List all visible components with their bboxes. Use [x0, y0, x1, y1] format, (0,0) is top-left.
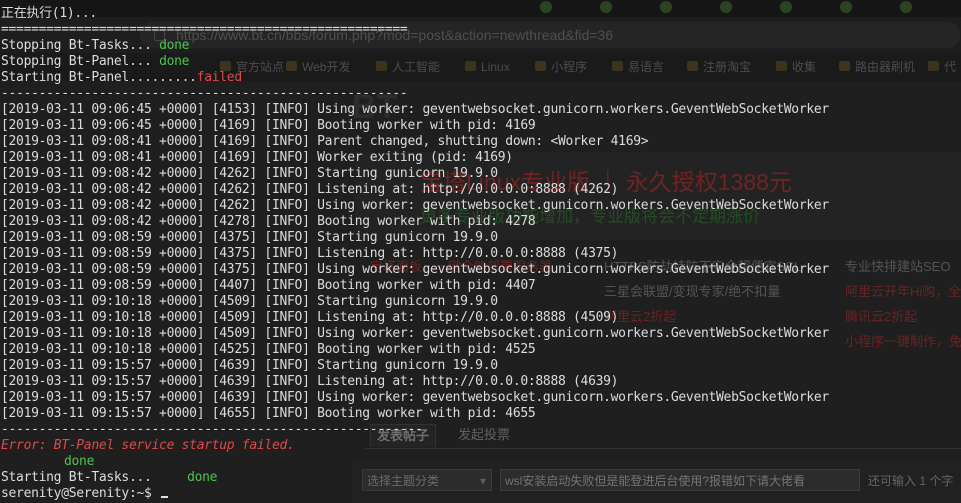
log-line: [2019-03-11 09:15:57 +0000] [4655] [INFO…	[1, 406, 536, 421]
status-failed: failed	[196, 70, 242, 85]
step-label: Starting Bt-Tasks...	[1, 470, 160, 485]
step-label: Stopping Bt-Tasks...	[1, 38, 160, 53]
status-done: done	[159, 54, 190, 69]
status-done: done	[64, 454, 95, 469]
log-line: [2019-03-11 09:08:41 +0000] [4169] [INFO…	[1, 150, 513, 165]
log-line: [2019-03-11 09:10:18 +0000] [4509] [INFO…	[1, 294, 498, 309]
log-line: [2019-03-11 09:15:57 +0000] [4639] [INFO…	[1, 374, 619, 389]
log-line: [2019-03-11 09:06:45 +0000] [4153] [INFO…	[1, 102, 829, 117]
log-line: [2019-03-11 09:08:59 +0000] [4407] [INFO…	[1, 278, 536, 293]
step-line: Starting Bt-Tasks... done	[1, 470, 217, 486]
log-line: [2019-03-11 09:08:42 +0000] [4262] [INFO…	[1, 198, 829, 213]
separator-line: ----------------------------------------…	[1, 86, 408, 101]
step-label: Stopping Bt-Panel...	[1, 54, 160, 69]
step-line: Stopping Bt-Tasks... done	[1, 38, 189, 54]
log-line: [2019-03-11 09:10:18 +0000] [4509] [INFO…	[1, 326, 829, 341]
log-line: [2019-03-11 09:08:59 +0000] [4375] [INFO…	[1, 230, 498, 245]
terminal-window[interactable]: 正在执行(1)... =============================…	[0, 0, 961, 503]
prompt-line[interactable]: serenity@Serenity:~$	[1, 486, 169, 502]
separator-line: ----------------------------------------…	[1, 422, 423, 437]
log-line: [2019-03-11 09:08:41 +0000] [4169] [INFO…	[1, 134, 649, 149]
log-line: [2019-03-11 09:08:42 +0000] [4262] [INFO…	[1, 166, 498, 181]
separator-line: ========================================…	[1, 22, 408, 37]
step-line: Starting Bt-Panel.........failed	[1, 70, 242, 86]
log-line: [2019-03-11 09:06:45 +0000] [4169] [INFO…	[1, 118, 536, 133]
step-line: Stopping Bt-Panel... done	[1, 54, 189, 70]
log-line: [2019-03-11 09:10:18 +0000] [4509] [INFO…	[1, 310, 619, 325]
log-line: [2019-03-11 09:15:57 +0000] [4639] [INFO…	[1, 390, 829, 405]
step-label: Starting Bt-Panel.........	[1, 70, 197, 85]
log-line: [2019-03-11 09:08:42 +0000] [4278] [INFO…	[1, 214, 536, 229]
status-done: done	[159, 38, 190, 53]
shell-prompt: serenity@Serenity:~$	[1, 486, 160, 501]
log-line: [2019-03-11 09:10:18 +0000] [4525] [INFO…	[1, 342, 536, 357]
terminal-cursor	[161, 496, 169, 498]
error-line: Error: BT-Panel service startup failed.	[1, 438, 295, 453]
log-line: [2019-03-11 09:08:59 +0000] [4375] [INFO…	[1, 262, 829, 277]
log-line: [2019-03-11 09:08:59 +0000] [4375] [INFO…	[1, 246, 619, 261]
log-line: [2019-03-11 09:15:57 +0000] [4639] [INFO…	[1, 358, 498, 373]
status-done: done	[187, 470, 218, 485]
log-line: [2019-03-11 09:08:42 +0000] [4262] [INFO…	[1, 182, 619, 197]
executing-line: 正在执行(1)...	[1, 6, 97, 21]
